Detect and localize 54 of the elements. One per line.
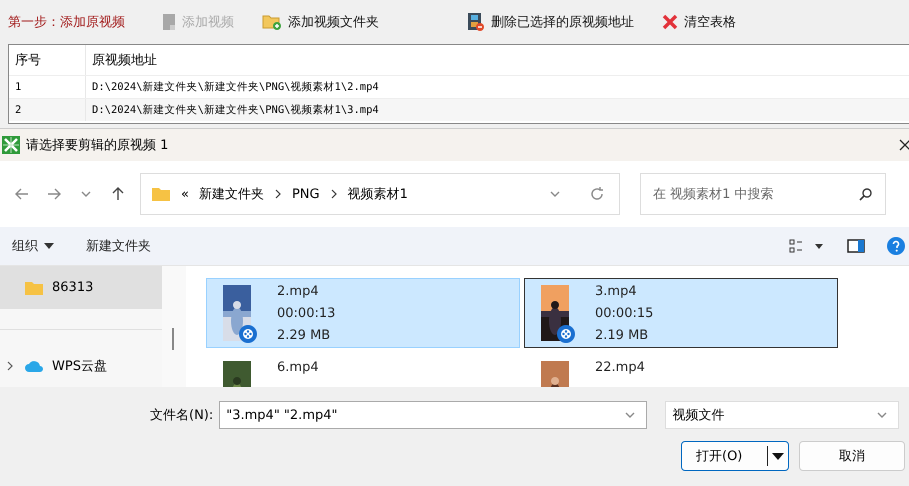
scrollbar-thumb[interactable] [172,328,174,350]
step-label: 第一步：添加原视频 [8,14,126,31]
toolbar-button[interactable]: 添加视频文件夹 [258,11,383,33]
file-name: 2.mp4 [277,283,320,301]
view-options-icon[interactable] [789,239,825,253]
table-cell-text: D:\2024\新建文件夹\新建文件夹\PNG\视频素材1\3.mp4 [91,103,380,117]
toolbar-button[interactable]: 清空表格 [658,11,740,33]
folder-add-icon [262,13,282,31]
video-icon [162,13,176,31]
breadcrumb-overflow[interactable]: « [181,186,189,202]
new-folder-button[interactable]: 新建文件夹 [78,234,159,258]
close-icon [662,14,678,30]
search-icon [859,187,873,201]
cancel-button[interactable]: 取消 [799,441,905,471]
column-header[interactable]: 序号 [9,45,86,75]
chevron-right-icon [330,189,338,199]
file-type-dropdown[interactable]: 视频文件 [665,401,900,429]
help-icon[interactable] [887,237,905,255]
cloud-icon [24,358,44,372]
file-name: 22.mp4 [595,359,645,377]
file-name: 3.mp4 [595,283,638,301]
chevron-right-icon [274,189,282,199]
table-cell: 2 [9,99,86,121]
caret-icon [44,243,54,249]
breadcrumb[interactable]: 新建文件夹 [198,185,264,203]
open-button[interactable]: 打开(O) [681,441,789,471]
filename-label: 文件名(N): [150,407,214,424]
file-item[interactable]: 3.mp4 00:00:15 2.19 MB [524,278,838,348]
sidebar-item[interactable]: 86313 [0,266,162,310]
app-icon [2,136,20,154]
dialog-title: 请选择要剪辑的原视频 1 [26,137,170,154]
file-name: 6.mp4 [277,359,319,377]
address-bar[interactable]: « 新建文件夹 PNG 视频素材1 [140,173,620,215]
file-duration: 00:00:13 [277,305,336,323]
film-reel-icon [239,325,257,343]
table-cell-text: D:\2024\新建文件夹\新建文件夹\PNG\视频素材1\2.mp4 [91,80,380,94]
preview-pane-icon[interactable] [847,239,865,253]
search-field[interactable]: 在 视频素材1 中搜索 [640,173,886,215]
file-item[interactable]: 2.mp4 00:00:13 2.29 MB [206,278,520,348]
close-icon[interactable] [899,138,909,152]
breadcrumb[interactable]: 视频素材1 [348,185,408,203]
file-size: 2.29 MB [277,327,332,345]
file-duration: 00:00:15 [595,305,654,323]
breadcrumb[interactable]: PNG [292,186,320,202]
sidebar-item[interactable]: WPS云盘 [0,344,162,387]
folder-icon [151,186,171,202]
folder-icon [24,280,44,296]
toolbar-button[interactable]: 删除已选择的原视频地址 [463,10,638,34]
film-reel-icon [557,325,575,343]
column-header[interactable]: 原视频地址 [86,51,163,69]
organize-menu[interactable]: 组织 [4,234,62,258]
film-icon [467,12,485,32]
filename-field[interactable]: "3.mp4" "2.mp4" [219,401,648,429]
file-size: 2.19 MB [595,327,650,345]
